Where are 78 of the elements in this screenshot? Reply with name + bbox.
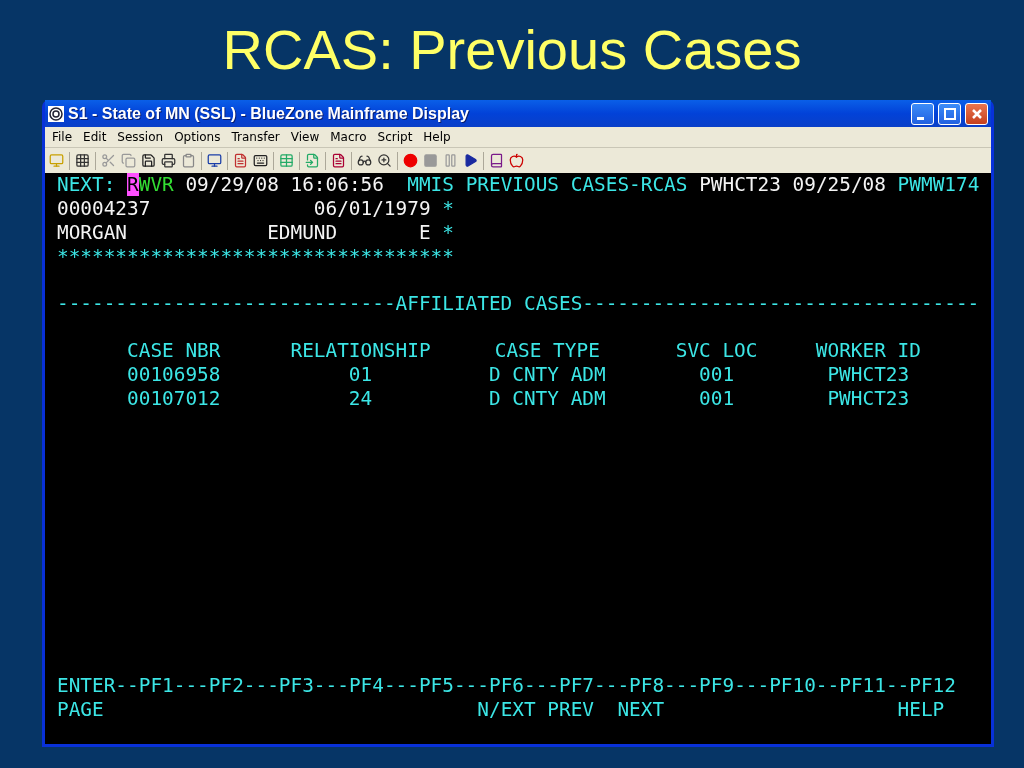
last-name: MORGAN [57,221,129,245]
close-icon [970,107,983,120]
function-key: PF5--- [418,674,489,698]
function-key: PF1--- [138,674,209,698]
record-icon[interactable] [403,153,418,168]
menu-item[interactable]: Macro [325,129,372,145]
function-key: PF11-- [839,674,910,698]
maximize-button[interactable] [938,102,961,125]
close-button[interactable] [965,102,988,125]
document-icon[interactable] [331,153,346,168]
column-header: CASE NBR [127,339,221,363]
key-label: HELP [897,698,946,722]
table-cell: D CNTY ADM [488,387,606,411]
menu-item[interactable]: Transfer [226,129,285,145]
table-cell: 00107012 [127,387,221,411]
section-divider: -----------------------------AFFILIATED CASES---------------------------------- [57,292,980,316]
glasses-icon[interactable] [357,153,372,168]
menu-item[interactable]: Options [169,129,226,145]
function-key: PF4--- [348,674,419,698]
function-key: PF10-- [769,674,840,698]
key-label: PAGE [57,698,105,722]
table-cell: D CNTY ADM [488,363,606,387]
screen-date: 09/29/08 [185,173,279,197]
function-key: PF8--- [629,674,700,698]
play-icon[interactable] [463,153,478,168]
grid-icon[interactable] [75,153,90,168]
function-key: PF3--- [278,674,349,698]
table-cell-text: 001 [698,363,736,387]
maximize-icon [943,107,956,120]
minimize-button[interactable] [911,102,934,125]
keyboard-icon[interactable] [253,153,268,168]
column-header: SVC LOC [675,339,758,363]
function-key: PF2--- [208,674,279,698]
field-marker: * [442,197,454,221]
screen-time: 16:06:56 [290,173,384,197]
table-cell-text: 01 [347,363,374,387]
menu-item[interactable]: Session [112,129,169,145]
field-marker: * [442,221,454,245]
column-header: WORKER ID [815,339,921,363]
apple-icon[interactable] [509,153,524,168]
table-cell: 00106958 [127,363,221,387]
first-name: EDMUND [267,221,339,245]
zoom-icon[interactable] [377,153,392,168]
screen-title: MMIS PREVIOUS CASES-RCAS [407,173,688,197]
menu-item[interactable]: Script [372,129,418,145]
book-icon[interactable] [489,153,504,168]
recipient-id: 00004237 [57,197,152,221]
window-title: S1 - State of MN (SSL) - BlueZone Mainframe Display [68,104,470,123]
key-label: NEXT [617,698,666,722]
table-cell-text: PWHCT23 [826,387,911,411]
app-logo-icon [48,105,64,122]
menu-item[interactable]: View [285,129,325,145]
column-header: RELATIONSHIP [290,339,431,363]
monitor-icon[interactable] [207,153,222,168]
next-label: NEXT: [57,173,116,197]
asterisk-line: ********************************** [57,245,454,269]
save-icon[interactable] [141,153,156,168]
slide-title: RCAS: Previous Cases [222,17,802,83]
function-key: ENTER-- [57,674,139,698]
function-key: PF6--- [488,674,559,698]
terminal-id: PWMW174 [897,173,980,197]
user-date: 09/25/08 [792,173,886,197]
print-icon[interactable] [161,153,176,168]
menu-item[interactable]: Help [418,129,456,145]
function-key: PF7--- [559,674,630,698]
birth-date: 06/01/1979 [313,197,432,221]
column-header: CASE TYPE [493,339,601,363]
table-cell-text: 24 [347,387,374,411]
menu-item[interactable]: File [47,129,78,145]
function-key: PF12 [909,674,956,698]
menu-item[interactable]: Edit [78,129,112,145]
middle-initial: E [418,221,432,245]
minimize-icon [916,117,924,120]
user-id: PWHCT23 [699,173,781,197]
function-key: PF9--- [699,674,770,698]
table-cell-text: 001 [698,387,736,411]
table-cell-text: PWHCT23 [826,363,911,387]
clipboard-icon[interactable] [181,153,196,168]
